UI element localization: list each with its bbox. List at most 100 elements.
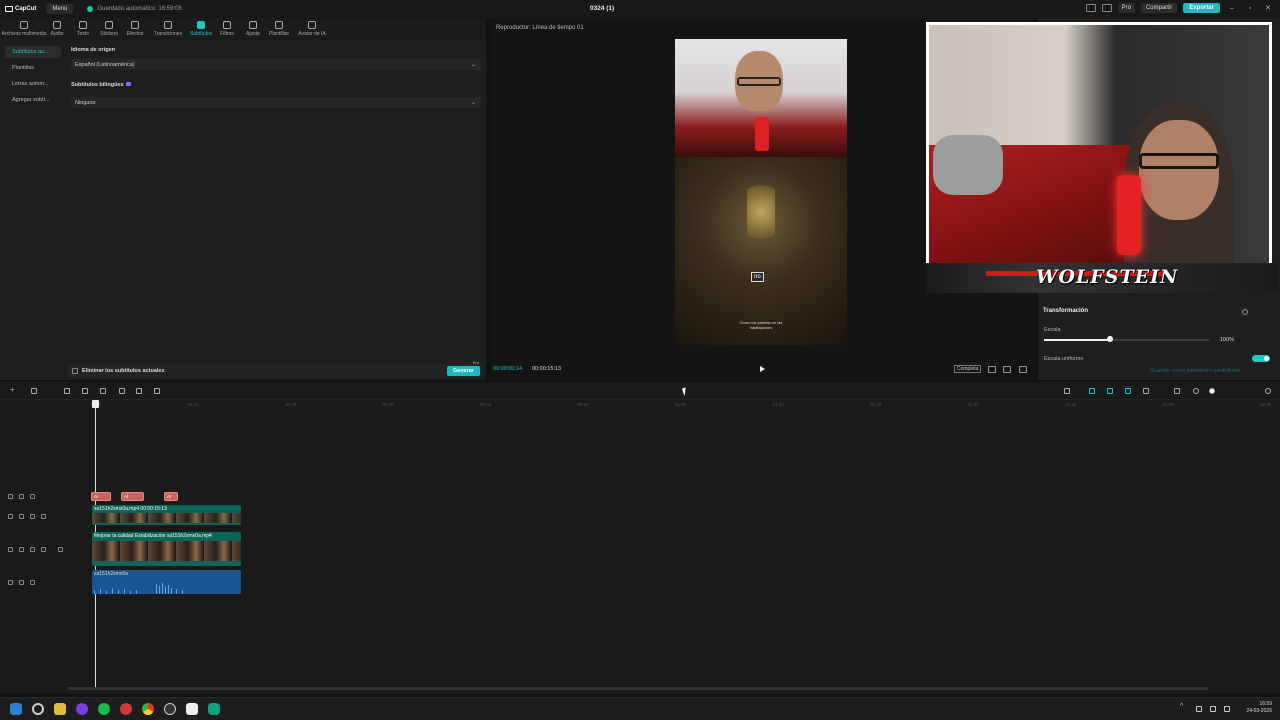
visibility-icon[interactable] [30,547,35,552]
split-icon[interactable] [100,388,106,394]
split-right-icon[interactable] [136,388,142,394]
tool-label: Plantillas [268,31,289,37]
mute-icon[interactable] [30,580,35,585]
discord-icon[interactable] [76,703,88,715]
side-item-templates[interactable]: Plantillas [5,62,61,74]
zoom-in-icon[interactable] [1265,388,1271,394]
plant-image [747,177,775,247]
share-button[interactable]: Compartir [1140,3,1178,13]
main-track-magnet-icon[interactable] [1089,388,1095,394]
tool-filters[interactable]: Filtros [216,18,238,40]
minimize-icon[interactable]: – [1226,5,1238,12]
transform-section-title[interactable]: Transformación [1043,308,1088,314]
visibility-icon[interactable] [30,514,35,519]
save-preset-button[interactable]: Guardar como parámetro predefinido [1150,368,1241,374]
timeline-ruler[interactable]: 00:0000:1000:2000:3000:4000:5001:0001:10… [90,400,1280,410]
chrome-icon[interactable] [142,703,154,715]
search-icon[interactable] [32,703,44,715]
redo-icon[interactable] [82,388,88,394]
video-clip-2[interactable]: Mejorar la calidad Estabilización xa151h… [92,532,241,566]
mute-icon[interactable] [41,547,46,552]
capcut-taskbar-icon[interactable] [186,703,198,715]
edit-cover-icon[interactable] [58,547,63,552]
ratio-button[interactable]: Completa [954,365,982,373]
pro-button[interactable]: Pro [1117,3,1135,13]
tool-adjust[interactable]: Ajuste [242,18,264,40]
timeline-scrollbar[interactable] [68,687,1208,690]
select-tool-icon[interactable] [31,388,37,394]
side-item-auto-captions[interactable]: Subtítulos au... [5,46,61,58]
generate-button[interactable]: Generar [446,366,480,376]
layout-icon[interactable] [1085,4,1096,12]
chevron-down-icon: ⌄ [470,62,476,68]
file-explorer-icon[interactable] [54,703,66,715]
record-audio-icon[interactable] [1064,388,1070,394]
caption-clip[interactable]: Al [164,492,178,501]
mic-tray-icon[interactable] [1196,706,1202,712]
focus-icon[interactable] [988,366,996,373]
obs-icon[interactable] [120,703,132,715]
start-icon[interactable] [10,703,22,715]
delete-icon[interactable] [154,388,160,394]
spotify-icon[interactable] [98,703,110,715]
side-item-add-captions[interactable]: Agregar subtí... [5,94,61,106]
lock-icon[interactable] [19,580,24,585]
uniform-scale-toggle[interactable] [1252,355,1270,362]
tool-text[interactable]: Texto [72,18,94,40]
play-icon[interactable] [760,366,765,372]
maximize-icon[interactable]: ▫ [1244,5,1256,12]
chatgpt-icon[interactable] [208,703,220,715]
scale-slider[interactable] [1044,336,1209,342]
tool-templates[interactable]: Plantillas [268,18,290,40]
scale-slider-knob[interactable] [1107,336,1113,342]
lock-icon[interactable] [19,547,24,552]
add-icon[interactable]: + [10,385,16,394]
video-clip-1[interactable]: xa151h2smx0a.mp4 00:00:15:13 [92,505,241,525]
video-preview-bottom[interactable]: no Cómo las plantas en las habitaciones [675,157,847,345]
remove-current-label: Eliminar los subtítulos actuales [82,368,165,374]
volume-icon[interactable] [1224,706,1230,712]
audio-clip[interactable]: xa151h2smx0a [92,570,241,594]
lock-icon[interactable] [19,494,24,499]
scale-value[interactable]: 100% [1220,337,1234,343]
fit-timeline-icon[interactable] [1174,388,1180,394]
bilingual-select[interactable]: Ninguno ⌄ [71,97,481,108]
preview-axis-icon[interactable] [1143,388,1149,394]
fullscreen-icon[interactable] [1019,366,1027,373]
zoom-out-icon[interactable] [1193,388,1199,394]
tool-media[interactable]: Archivos multimedia [2,18,46,40]
close-icon[interactable]: ✕ [1262,4,1274,12]
ratio-icon[interactable] [1003,366,1011,373]
mute-icon[interactable] [41,514,46,519]
caption-clip[interactable]: Al [91,492,111,501]
source-language-select[interactable]: Español (Latinoamérica) ⌄ [71,59,481,70]
tool-effects[interactable]: Efectos [124,18,146,40]
menu-button[interactable]: Menú [46,4,74,14]
reset-icon[interactable] [1242,309,1248,315]
shortcuts-icon[interactable] [1101,4,1112,12]
network-icon[interactable] [1210,706,1216,712]
split-left-icon[interactable] [119,388,125,394]
tool-avatar[interactable]: Avatar de IA [294,18,330,40]
visibility-icon[interactable] [30,494,35,499]
export-button[interactable]: Exportar [1183,3,1220,13]
side-item-auto-lyrics[interactable]: Letras autom... [5,78,61,90]
media-player-icon[interactable] [164,703,176,715]
system-clock[interactable]: 16:59 24-03-2026 [1246,701,1272,715]
webcam-microphone [1117,175,1141,255]
auto-snap-icon[interactable] [1107,388,1113,394]
remove-current-checkbox[interactable] [72,368,78,374]
undo-icon[interactable] [64,388,70,394]
caption-overlay[interactable]: no [751,272,764,282]
tool-captions[interactable]: Subtítulos [190,18,212,40]
tool-transitions[interactable]: Transiciones [150,18,186,40]
tool-sticker[interactable]: Stickers [98,18,120,40]
zoom-slider-knob[interactable] [1209,388,1215,394]
linkage-icon[interactable] [1125,388,1131,394]
tray-expand-icon[interactable]: ^ [1180,703,1186,710]
tool-audio[interactable]: Audio [46,18,68,40]
caption-clip[interactable]: Al [121,492,144,501]
lock-icon[interactable] [19,514,24,519]
captions-side-nav: Subtítulos au... Plantillas Letras autom… [5,46,61,110]
windows-taskbar: ^ 16:59 24-03-2026 [0,697,1280,720]
